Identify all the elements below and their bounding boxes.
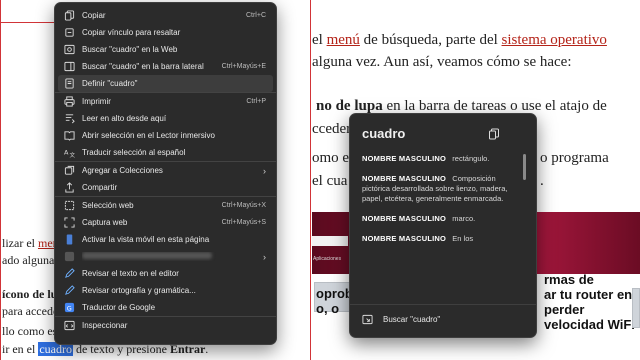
menu-item-translate[interactable]: A文 Traducir selección al español xyxy=(55,144,276,161)
search-dictionary-button[interactable]: Buscar "cuadro" xyxy=(362,314,440,325)
menu-item-editor[interactable]: Revisar el texto en el editor xyxy=(55,265,276,282)
band-tab-label: Aplicaciones xyxy=(313,256,342,262)
definition-item: NOMBRE MASCULINO marco. xyxy=(362,214,476,223)
chevron-right-icon: › xyxy=(263,251,266,262)
guide-line xyxy=(310,0,311,360)
dictionary-word: cuadro xyxy=(362,126,406,141)
search-web-icon xyxy=(63,44,75,56)
read-aloud-icon xyxy=(63,113,75,125)
web-capture-icon xyxy=(63,217,75,229)
svg-text:G: G xyxy=(66,304,71,312)
printer-icon xyxy=(63,96,75,108)
card-title-2[interactable]: rmas de ar tu router en perder velocidad Wi… xyxy=(544,272,635,332)
menu-item-mobile-view[interactable]: Activar la vista móvil en esta página xyxy=(55,231,276,248)
menu-item-share[interactable]: Compartir xyxy=(55,179,276,196)
card-thumbnail-2[interactable] xyxy=(632,288,640,328)
dictionary-popup: cuadro NOMBRE MASCULINO rectángulo. NOMB… xyxy=(349,113,537,338)
open-external-icon xyxy=(362,314,373,325)
immersive-reader-icon xyxy=(63,130,75,142)
menu-item-search-web[interactable]: Buscar "cuadro" en la Web xyxy=(55,41,276,58)
article-line-4b: o programa xyxy=(540,150,609,166)
web-select-icon xyxy=(63,200,75,212)
context-menu: Copiar Ctrl+C Copiar vínculo para resalt… xyxy=(54,2,277,345)
share-icon xyxy=(63,182,75,194)
inspect-icon xyxy=(63,320,75,332)
footer-separator xyxy=(350,304,536,305)
menu-item-define[interactable]: Definir "cuadro" xyxy=(58,75,273,92)
blurred-label xyxy=(82,252,212,259)
copy-icon xyxy=(63,10,75,22)
article-line-6b: . xyxy=(540,173,544,189)
menu-item-web-capture[interactable]: Captura web Ctrl+Mayús+S xyxy=(55,214,276,231)
spellcheck-icon xyxy=(63,285,75,297)
link-copy-icon xyxy=(63,27,75,39)
menu-item-extension[interactable]: › xyxy=(55,248,276,265)
extension-icon xyxy=(63,251,75,263)
menu-item-immersive-reader[interactable]: Abrir selección en el Lector inmersivo xyxy=(55,127,276,144)
editor-icon xyxy=(63,268,75,280)
mobile-view-icon xyxy=(63,234,75,246)
menu-item-read-aloud[interactable]: Leer en alto desde aquí xyxy=(55,110,276,127)
menu-item-spellcheck[interactable]: Revisar ortografía y gramática... xyxy=(55,282,276,299)
copy-icon[interactable] xyxy=(488,127,500,140)
svg-text:A: A xyxy=(64,148,69,156)
band-input xyxy=(312,236,348,246)
definition-item: NOMBRE MASCULINO rectángulo. xyxy=(362,154,490,163)
link-sistema-operativo[interactable]: sistema operativo xyxy=(502,32,607,48)
article-line-4: cceder xyxy=(312,121,352,137)
menu-item-collections[interactable]: Agregar a Colecciones › xyxy=(55,162,276,179)
guide-line-h xyxy=(0,22,54,23)
menu-item-copy[interactable]: Copiar Ctrl+C xyxy=(55,7,276,24)
article-line-1: el menú de búsqueda, parte del sistema o… xyxy=(312,32,607,48)
left-line-3: ícono de lu xyxy=(2,287,58,301)
link-menu[interactable]: menú xyxy=(327,32,360,48)
google-translate-icon: G xyxy=(63,302,75,314)
chevron-right-icon: › xyxy=(263,165,266,176)
menu-item-print[interactable]: Imprimir Ctrl+P xyxy=(55,93,276,110)
definition-item: NOMBRE MASCULINO Composición pictórica d… xyxy=(362,174,508,203)
menu-item-google-translate[interactable]: G Traductor de Google xyxy=(55,299,276,316)
guide-line-left xyxy=(0,0,1,360)
menu-item-web-select[interactable]: Selección web Ctrl+Mayús+X xyxy=(55,197,276,214)
translate-icon: A文 xyxy=(63,147,75,159)
article-line-6: el cua xyxy=(312,173,348,189)
menu-item-copy-link[interactable]: Copiar vínculo para resaltar xyxy=(55,24,276,41)
scrollbar[interactable] xyxy=(523,154,526,180)
menu-item-inspect[interactable]: Inspeccionar xyxy=(55,317,276,334)
sidebar-search-icon xyxy=(63,61,75,73)
menu-item-search-sidebar[interactable]: Buscar "cuadro" en la barra lateral Ctrl… xyxy=(55,58,276,75)
article-line-2: alguna vez. Aun así, veamos cómo se hace… xyxy=(312,54,572,70)
collections-icon xyxy=(63,165,75,177)
definition-item: NOMBRE MASCULINO En los xyxy=(362,234,474,243)
book-icon xyxy=(63,78,75,90)
definition-list: NOMBRE MASCULINO rectángulo. NOMBRE MASC… xyxy=(362,154,522,254)
svg-text:文: 文 xyxy=(69,151,75,158)
